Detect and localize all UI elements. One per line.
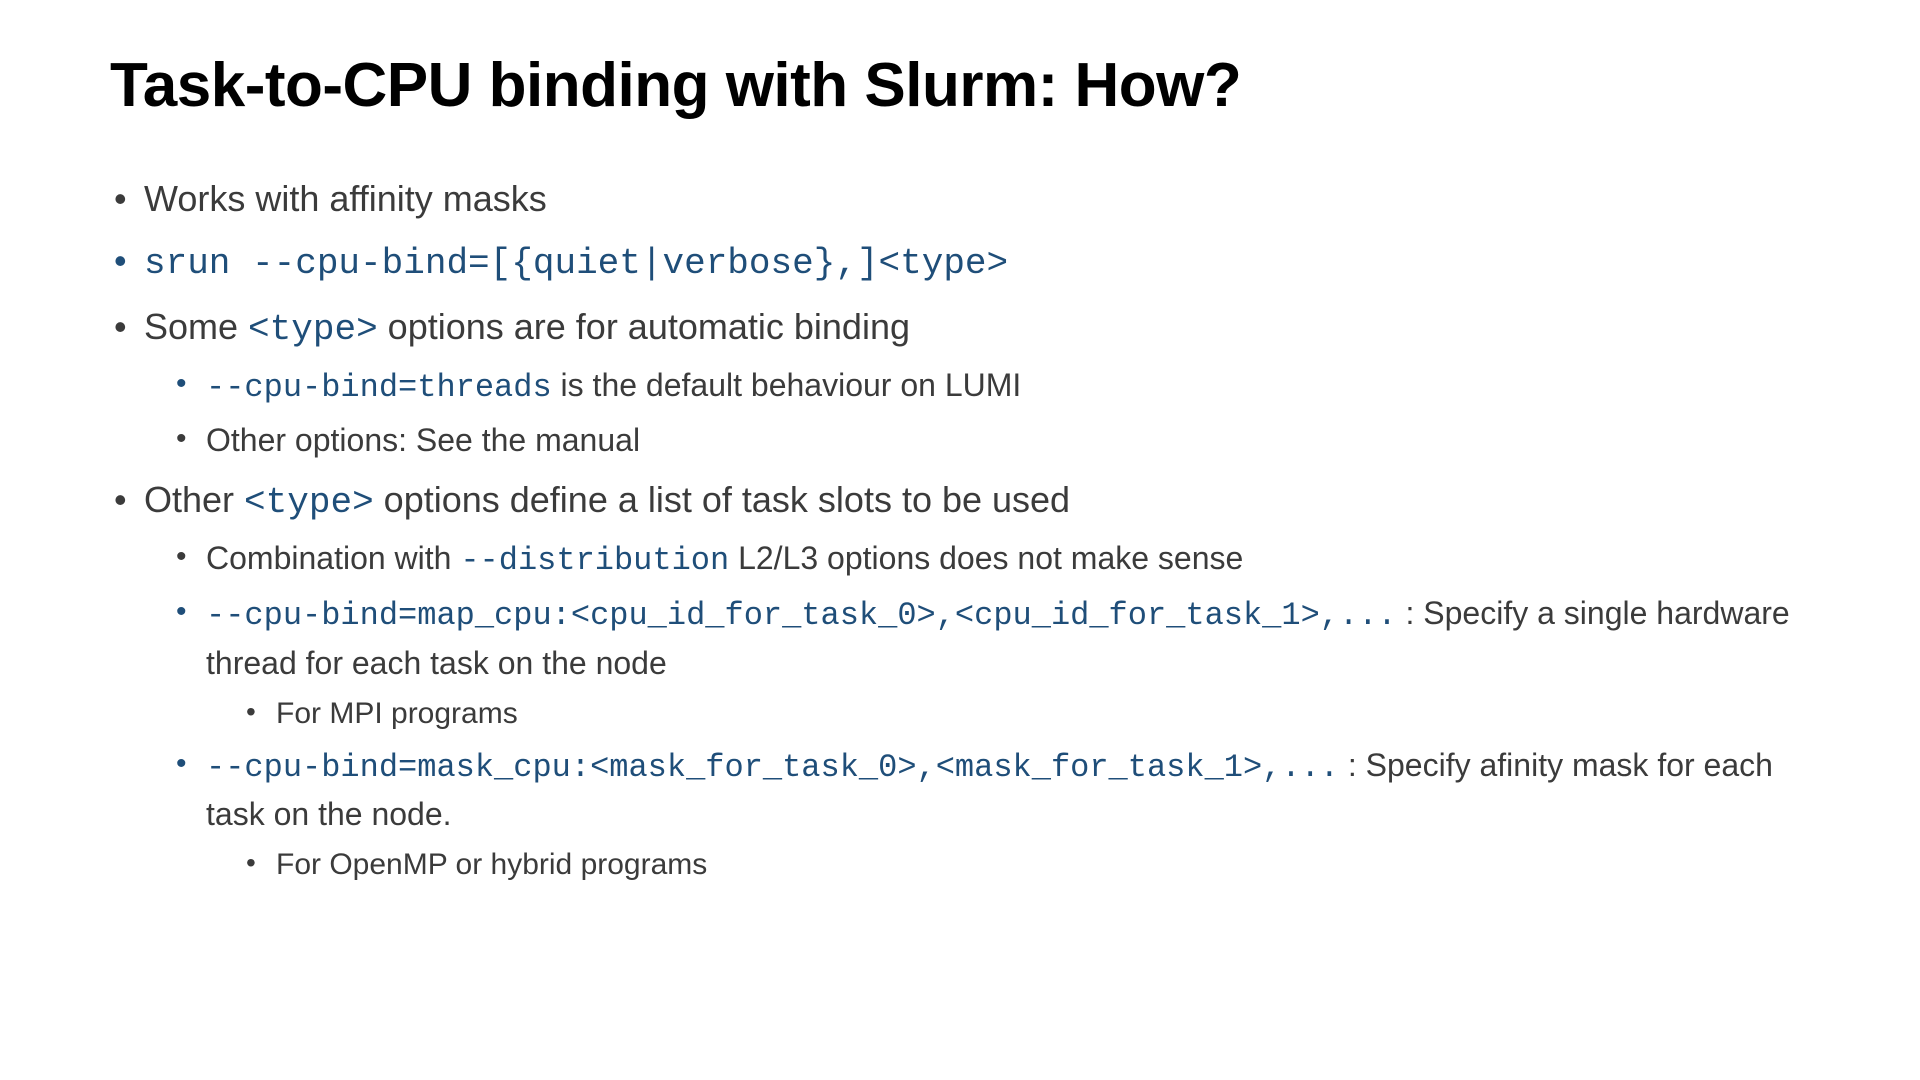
text: Other options: See the manual: [206, 422, 640, 458]
text: is the default behaviour on LUMI: [552, 367, 1022, 403]
sub-list: Combination with --distribution L2/L3 op…: [144, 535, 1810, 887]
text: Combination with: [206, 540, 460, 576]
text: Other: [144, 479, 244, 520]
code: <type>: [248, 309, 378, 350]
sub-sub-list: For OpenMP or hybrid programs: [206, 843, 1810, 887]
bullet-affinity-masks: Works with affinity masks: [110, 173, 1810, 225]
bullet-list: Works with affinity masks srun --cpu-bin…: [110, 173, 1810, 886]
bullet-cpu-bind-threads: --cpu-bind=threads is the default behavi…: [172, 362, 1810, 411]
code: --cpu-bind=map_cpu:<cpu_id_for_task_0>,<…: [206, 597, 1397, 634]
text: options are for automatic binding: [378, 306, 910, 347]
text: Some: [144, 306, 248, 347]
text: Works with affinity masks: [144, 178, 547, 219]
bullet-other-options: Other options: See the manual: [172, 417, 1810, 463]
code: --distribution: [460, 542, 729, 579]
bullet-for-mpi: For MPI programs: [242, 692, 1810, 736]
bullet-mask-cpu: --cpu-bind=mask_cpu:<mask_for_task_0>,<m…: [172, 742, 1810, 887]
code: srun --cpu-bind=[{quiet|verbose},]<type>: [144, 243, 1008, 284]
sub-sub-list: For MPI programs: [206, 692, 1810, 736]
text: For MPI programs: [276, 697, 518, 730]
code: <type>: [244, 482, 374, 523]
bullet-srun-syntax: srun --cpu-bind=[{quiet|verbose},]<type>: [110, 235, 1810, 290]
sub-list: --cpu-bind=threads is the default behavi…: [144, 362, 1810, 464]
code: --cpu-bind=threads: [206, 369, 552, 406]
text: For OpenMP or hybrid programs: [276, 848, 707, 881]
slide-title: Task-to-CPU binding with Slurm: How?: [110, 50, 1810, 121]
slide: Task-to-CPU binding with Slurm: How? Wor…: [0, 0, 1920, 1080]
text: L2/L3 options does not make sense: [729, 540, 1243, 576]
bullet-distribution-combo: Combination with --distribution L2/L3 op…: [172, 535, 1810, 584]
text: options define a list of task slots to b…: [374, 479, 1070, 520]
code: --cpu-bind=mask_cpu:<mask_for_task_0>,<m…: [206, 749, 1339, 786]
bullet-other-type-list: Other <type> options define a list of ta…: [110, 474, 1810, 887]
bullet-for-openmp: For OpenMP or hybrid programs: [242, 843, 1810, 887]
bullet-some-type-auto: Some <type> options are for automatic bi…: [110, 301, 1810, 464]
bullet-map-cpu: --cpu-bind=map_cpu:<cpu_id_for_task_0>,<…: [172, 590, 1810, 735]
